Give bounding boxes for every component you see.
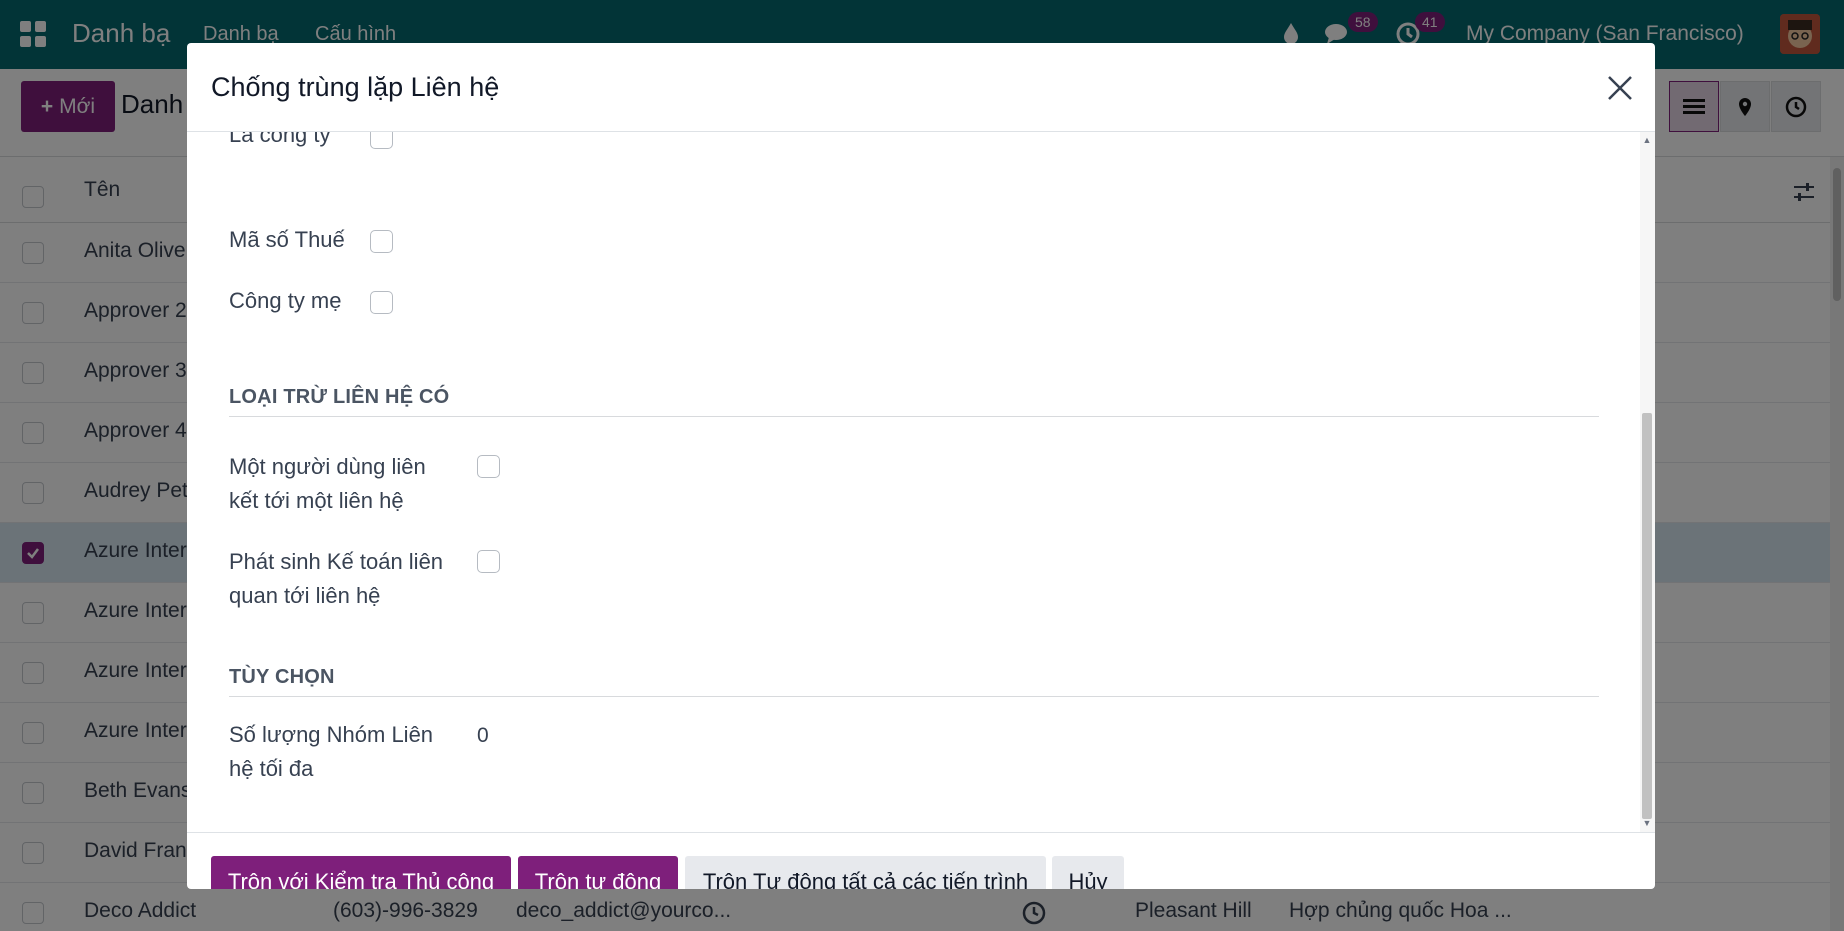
merge-manual-button[interactable]: Trộn với Kiểm tra Thủ công <box>211 856 511 889</box>
merge-contacts-dialog: Chống trùng lặp Liên hệ Là công ty Mã số… <box>187 43 1655 889</box>
exclude-journal-label: Phát sinh Kế toán liên quan tới liên hệ <box>229 545 443 613</box>
max-groups-input[interactable]: 0 <box>477 724 489 748</box>
field-vat-label: Mã số Thuế <box>229 227 345 252</box>
parent-company-checkbox[interactable] <box>370 291 393 314</box>
exclude-section-title: LOẠI TRỪ LIÊN HỆ CÓ <box>229 386 450 408</box>
vat-checkbox[interactable] <box>370 230 393 253</box>
is-company-checkbox[interactable] <box>370 132 393 149</box>
field-is-company-label: Là công ty <box>229 132 331 147</box>
section-divider <box>229 416 1599 417</box>
exclude-journal-checkbox[interactable] <box>477 550 500 573</box>
exclude-journal-label-line1: Phát sinh Kế toán liên <box>229 549 444 574</box>
max-groups-label-line1: Số lượng Nhóm Liên <box>229 722 434 747</box>
section-divider <box>229 696 1599 697</box>
options-section-title: TÙY CHỌN <box>229 666 335 688</box>
modal-title: Chống trùng lặp Liên hệ <box>211 72 500 102</box>
scroll-up-arrow-icon[interactable]: ▲ <box>1642 135 1652 145</box>
exclude-user-label-line2: kết tới một liên hệ <box>229 488 404 513</box>
modal-header: Chống trùng lặp Liên hệ <box>187 43 1655 132</box>
modal-body: Là công ty Mã số Thuế Công ty mẹ LOẠI TR… <box>187 132 1655 832</box>
cancel-button[interactable]: Hủy <box>1052 856 1124 889</box>
exclude-user-checkbox[interactable] <box>477 455 500 478</box>
exclude-user-label-line1: Một người dùng liên <box>229 454 426 479</box>
exclude-user-label: Một người dùng liên kết tới một liên hệ <box>229 450 426 518</box>
max-groups-label: Số lượng Nhóm Liên hệ tối đa <box>229 718 433 786</box>
scroll-down-arrow-icon[interactable]: ▼ <box>1642 818 1652 828</box>
max-groups-label-line2: hệ tối đa <box>229 756 314 781</box>
field-parent-company-label: Công ty mẹ <box>229 288 342 313</box>
close-icon[interactable] <box>1605 73 1635 103</box>
exclude-journal-label-line2: quan tới liên hệ <box>229 583 381 608</box>
modal-scrollbar-thumb[interactable] <box>1642 413 1652 819</box>
merge-auto-button[interactable]: Trộn tự động <box>518 856 678 889</box>
merge-auto-all-button[interactable]: Trộn Tự động tất cả các tiến trình <box>685 856 1046 889</box>
